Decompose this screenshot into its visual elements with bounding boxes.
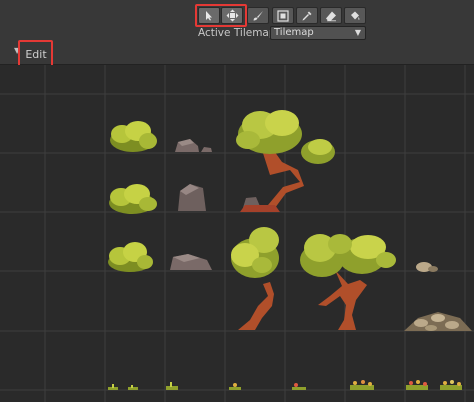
paint-tool-button[interactable]	[247, 7, 269, 24]
tile-palette-toolbar: Active Tilemap Tilemap ▼	[0, 0, 474, 44]
picker-tool-button[interactable]	[296, 7, 318, 24]
small-tree-tile[interactable]	[231, 227, 279, 330]
flowers-tile[interactable]	[350, 380, 374, 390]
paint-bucket-icon	[351, 11, 360, 20]
flowers-tile[interactable]	[406, 380, 428, 390]
box-fill-icon	[277, 9, 289, 22]
flowers-tile[interactable]	[440, 380, 462, 390]
active-tilemap-dropdown[interactable]: Tilemap ▼	[270, 26, 366, 40]
erase-tool-button[interactable]	[320, 7, 342, 24]
active-tilemap-value: Tilemap	[274, 27, 314, 38]
large-tree-tile[interactable]	[300, 234, 396, 330]
grass-tile[interactable]	[166, 382, 178, 390]
fill-tool-button[interactable]	[344, 7, 366, 24]
brush-icon	[253, 10, 263, 20]
tool-highlight-box	[195, 4, 247, 27]
palette-canvas	[0, 65, 474, 402]
bush-tile[interactable]	[110, 121, 157, 152]
bush-tile[interactable]	[109, 184, 157, 214]
grid-lines	[0, 65, 474, 402]
box-fill-tool-button[interactable]	[272, 7, 294, 24]
flowers-tile[interactable]	[292, 383, 306, 390]
edit-highlight-box	[18, 40, 53, 68]
dropdown-arrow-icon: ▼	[354, 28, 361, 37]
active-tilemap-label: Active Tilemap	[198, 27, 276, 39]
eraser-icon	[326, 11, 336, 21]
edit-bar	[0, 44, 474, 65]
grass-tile[interactable]	[128, 385, 138, 390]
stone-pile-tile[interactable]	[404, 312, 472, 331]
rock-tile[interactable]	[175, 139, 212, 152]
grass-tile[interactable]	[108, 384, 118, 390]
tile-palette-grid[interactable]	[0, 65, 474, 402]
stone-pile-tile[interactable]	[416, 262, 438, 272]
eyedropper-icon	[302, 11, 312, 20]
bush-tile[interactable]	[108, 242, 153, 272]
flowers-tile[interactable]	[229, 383, 241, 390]
rock-tile[interactable]	[170, 254, 212, 270]
